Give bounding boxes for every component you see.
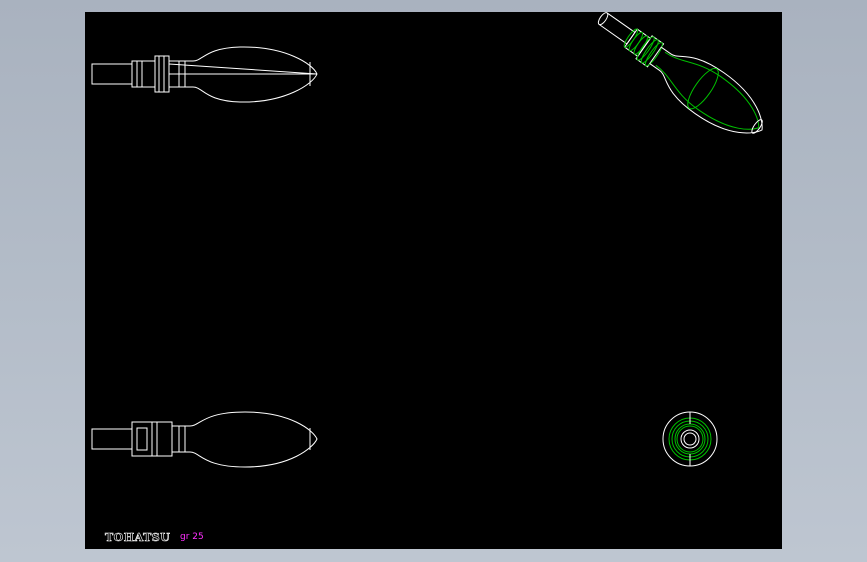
part-label: gr 25 (180, 532, 204, 542)
handle-isometric-view[interactable] (586, 12, 776, 150)
brand-logo-text: TOHATSU (105, 531, 171, 545)
handle-top-view[interactable] (91, 46, 318, 103)
drawing-canvas[interactable]: TOHATSU gr 25 (85, 12, 782, 549)
handle-end-view[interactable] (662, 411, 718, 467)
handle-front-view[interactable] (91, 411, 318, 468)
